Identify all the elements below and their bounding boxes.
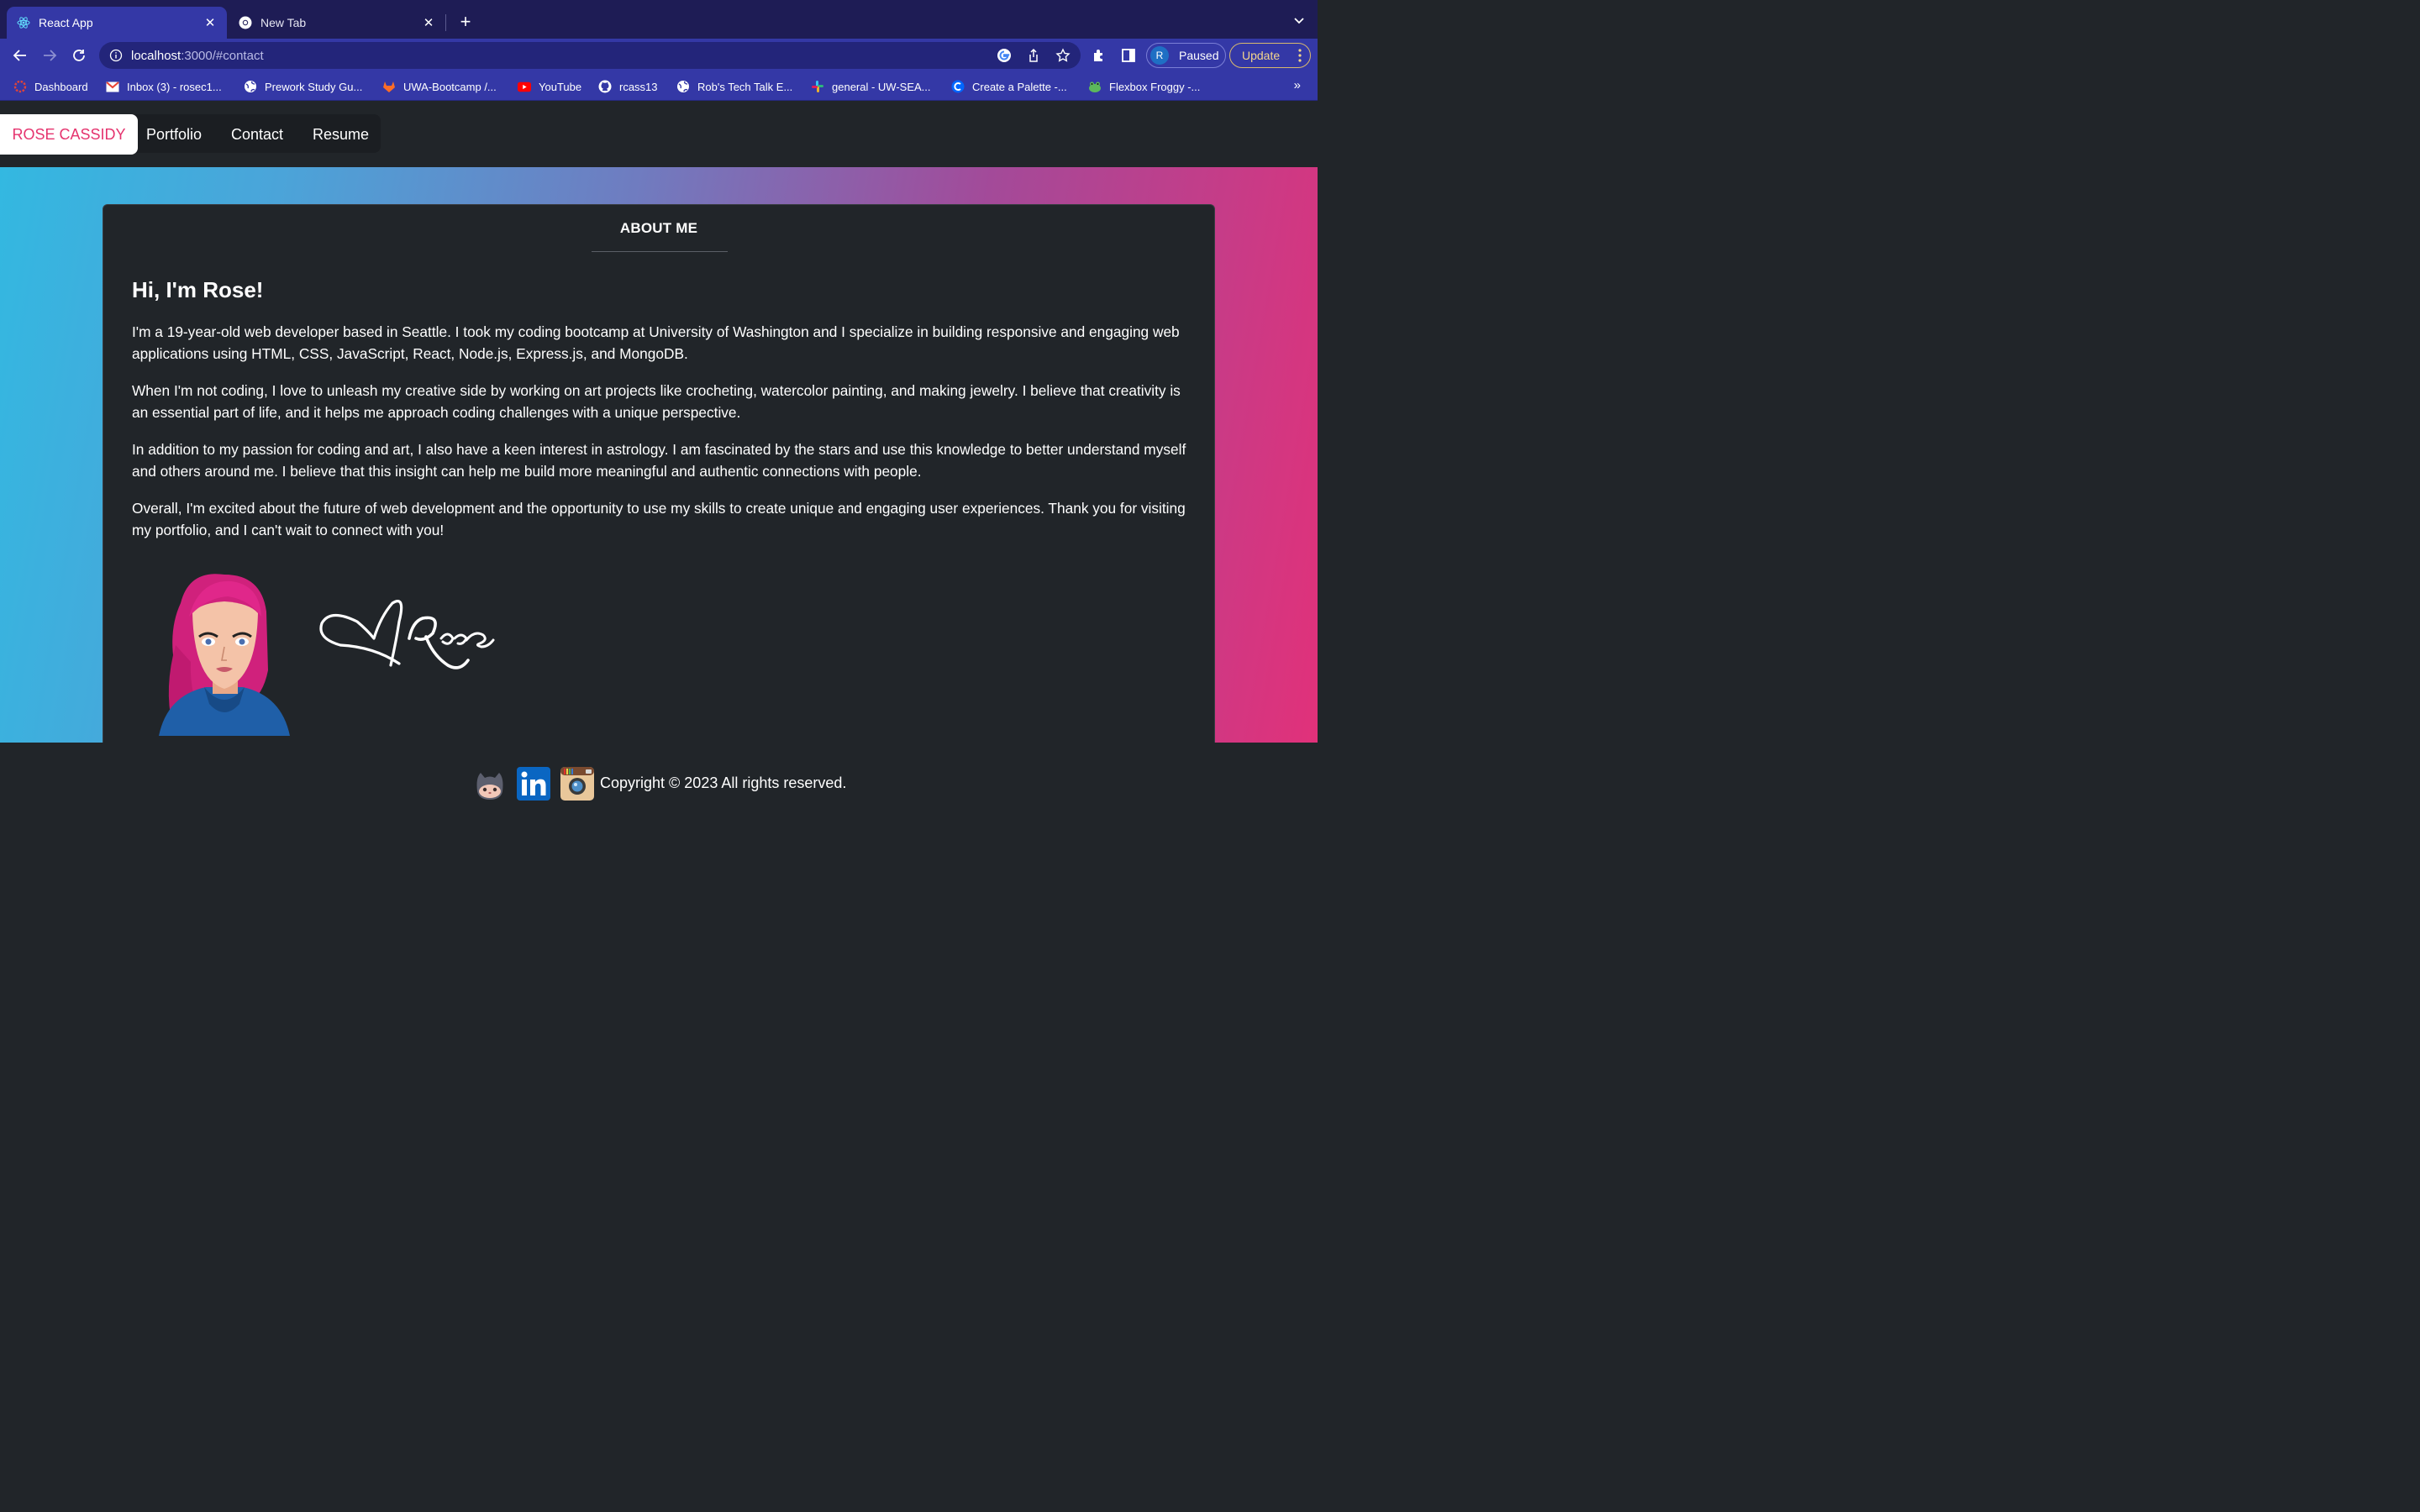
instagram-link[interactable] <box>560 766 595 801</box>
slack-icon <box>811 80 824 93</box>
forward-button[interactable] <box>39 45 60 66</box>
coolors-icon <box>951 80 965 93</box>
info-icon[interactable] <box>109 49 123 62</box>
gitlab-icon <box>382 80 396 93</box>
greeting-heading: Hi, I'm Rose! <box>132 277 264 302</box>
new-tab-button[interactable]: + <box>455 12 476 32</box>
bookmark-label: Prework Study Gu... <box>265 80 363 93</box>
forward-arrow-icon <box>44 50 57 61</box>
canvas-icon <box>13 80 27 93</box>
globe-icon <box>676 80 690 93</box>
back-button[interactable] <box>10 45 30 66</box>
update-button[interactable]: Update <box>1229 43 1311 68</box>
bookmark-label: Create a Palette -... <box>972 80 1067 93</box>
bookmark-label: Flexbox Froggy -... <box>1109 80 1201 93</box>
gmail-icon <box>106 80 119 93</box>
chevron-down-icon[interactable] <box>1292 13 1306 27</box>
browser-toolbar: localhost:3000/#contact R Paused Update <box>0 39 1318 72</box>
bookmark-item[interactable]: UWA-Bootcamp /... <box>382 79 497 94</box>
bookmark-label: Inbox (3) - rosec1... <box>127 80 222 93</box>
side-panel-icon[interactable] <box>1120 47 1137 64</box>
github-link[interactable] <box>472 766 508 801</box>
about-paragraph: I'm a 19-year-old web developer based in… <box>132 323 1180 362</box>
reload-icon <box>73 50 85 61</box>
profile-button[interactable]: R Paused <box>1146 43 1226 68</box>
card-title: ABOUT ME <box>619 220 698 236</box>
tab-title: React App <box>39 16 93 29</box>
github-icon <box>476 773 503 800</box>
bookmark-item[interactable]: Dashboard <box>13 79 88 94</box>
linkedin-icon <box>517 767 550 801</box>
frog-icon <box>1088 80 1102 93</box>
youtube-icon <box>518 80 531 93</box>
about-paragraph: Overall, I'm excited about the future of… <box>132 500 1186 538</box>
nav-resume-link[interactable]: Resume <box>313 114 369 155</box>
about-paragraph: In addition to my passion for coding and… <box>132 441 1186 480</box>
extensions-icon[interactable] <box>1091 47 1107 64</box>
star-icon[interactable] <box>1055 48 1071 63</box>
about-card: ABOUT ME Hi, I'm Rose! I'm a 19-year-old… <box>103 204 1215 743</box>
brand-link[interactable]: ROSE CASSIDY <box>0 114 138 155</box>
nav-contact-link[interactable]: Contact <box>231 114 283 155</box>
url-path: :3000/#contact <box>181 48 264 63</box>
copyright-text: Copyright © 2023 All rights reserved. <box>600 774 847 791</box>
bookmark-item[interactable]: rcass13 <box>598 79 658 94</box>
bookmark-item[interactable]: Rob's Tech Talk E... <box>676 79 792 94</box>
profile-status: Paused <box>1179 49 1219 62</box>
bookmarks-bar: Dashboard Inbox (3) - rosec1... Prework … <box>0 72 1318 101</box>
about-paragraph: When I'm not coding, I love to unleash m… <box>132 382 1181 421</box>
globe-icon <box>244 80 257 93</box>
title-divider <box>592 251 728 252</box>
avatar: R <box>1150 46 1169 65</box>
github-icon <box>598 80 612 93</box>
share-icon[interactable] <box>1026 48 1041 63</box>
site-navbar: ROSE CASSIDY Portfolio Contact Resume <box>0 101 1318 167</box>
bookmark-item[interactable]: Create a Palette -... <box>951 79 1067 94</box>
bookmark-label: Dashboard <box>34 80 88 93</box>
close-tab-icon[interactable]: ✕ <box>422 15 435 30</box>
linkedin-link[interactable] <box>516 766 551 801</box>
chrome-icon <box>239 16 252 29</box>
url-text: localhost:3000/#contact <box>131 49 264 63</box>
tab-separator <box>445 14 446 31</box>
tab-title: New Tab <box>260 16 307 29</box>
cartoon-avatar-image <box>159 574 290 736</box>
browser-tab-strip: React App ✕ New Tab ✕ + <box>0 0 1318 39</box>
site-footer: Copyright © 2023 All rights reserved. <box>0 743 1318 823</box>
google-icon[interactable] <box>997 48 1012 63</box>
close-tab-icon[interactable]: ✕ <box>203 15 217 30</box>
react-icon <box>17 16 30 29</box>
back-arrow-icon <box>13 50 26 61</box>
bookmark-label: Rob's Tech Talk E... <box>697 80 793 93</box>
bookmark-label: rcass13 <box>619 80 658 93</box>
tab-new-tab[interactable]: New Tab ✕ <box>229 7 445 39</box>
bookmark-label: UWA-Bootcamp /... <box>403 80 497 93</box>
nav-portfolio-link[interactable]: Portfolio <box>146 114 202 155</box>
bookmark-item[interactable]: YouTube <box>518 79 581 94</box>
bookmark-label: general - UW-SEA... <box>832 80 931 93</box>
bookmark-item[interactable]: general - UW-SEA... <box>811 79 931 94</box>
bookmark-item[interactable]: Inbox (3) - rosec1... <box>106 79 222 94</box>
update-label: Update <box>1242 49 1281 62</box>
tab-react-app[interactable]: React App ✕ <box>7 7 227 39</box>
more-bookmarks-button[interactable]: » <box>1294 78 1301 92</box>
bookmark-label: YouTube <box>539 80 582 93</box>
signature-image <box>319 600 495 669</box>
bookmark-item[interactable]: Flexbox Froggy -... <box>1088 79 1200 94</box>
bookmark-item[interactable]: Prework Study Gu... <box>244 79 362 94</box>
more-vert-icon[interactable] <box>1298 49 1302 62</box>
reload-button[interactable] <box>69 45 89 66</box>
instagram-icon <box>560 767 594 801</box>
url-host: localhost <box>131 48 182 63</box>
address-bar[interactable]: localhost:3000/#contact <box>99 42 1081 69</box>
